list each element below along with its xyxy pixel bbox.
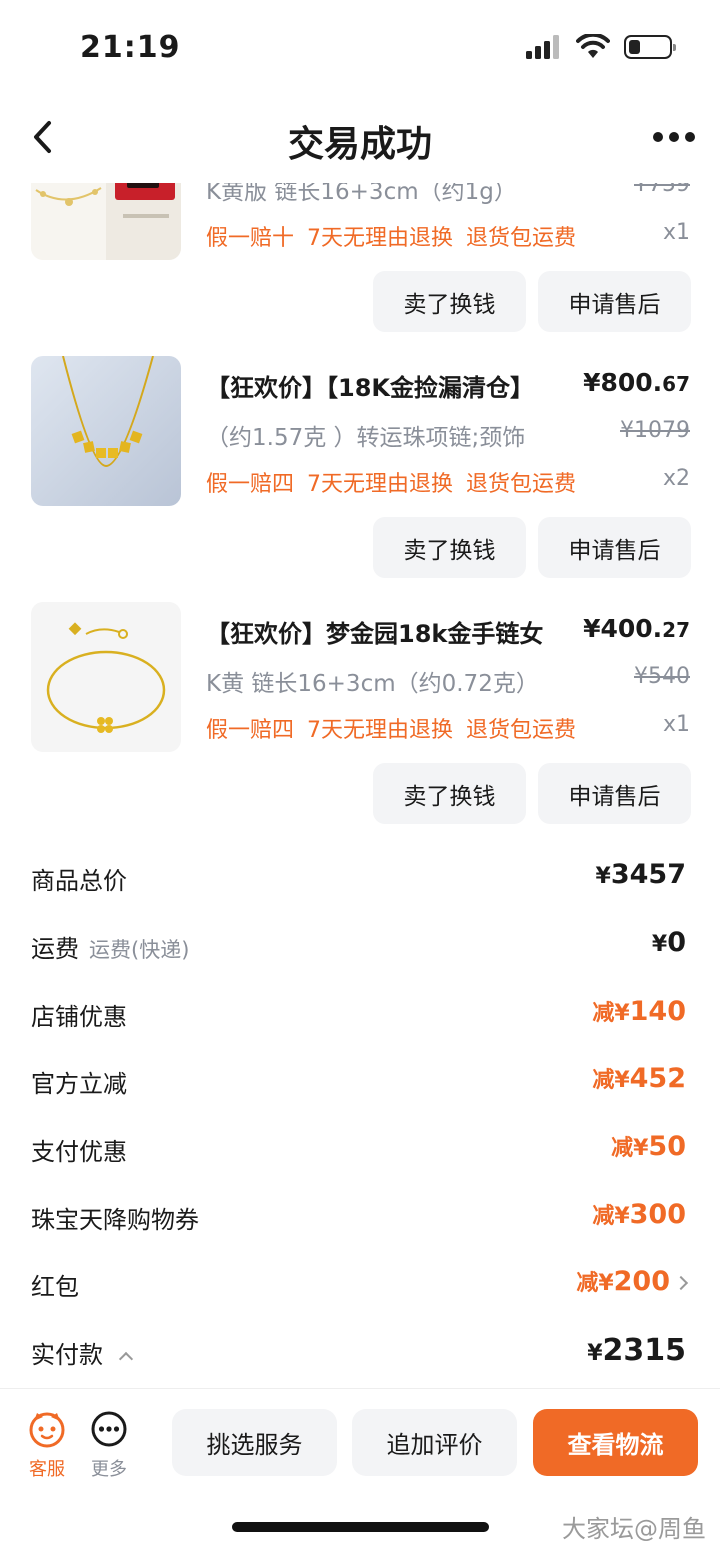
red-packet-label: 红包 [31, 1273, 79, 1301]
shipping-label: 运费 运费(快递) [31, 935, 190, 963]
product-actions: 卖了换钱 申请售后 [0, 517, 720, 579]
service-tags: 假一赔十 7天无理由退换 退货包运费 [206, 226, 576, 251]
after-sale-button[interactable]: 申请售后 [538, 763, 691, 824]
product-price: ¥400.27 [583, 614, 690, 643]
quantity: x2 [662, 466, 690, 491]
view-logistics-button[interactable]: 查看物流 [533, 1409, 698, 1476]
original-price: ¥1079 [620, 418, 690, 443]
battery-level [629, 40, 640, 54]
paid-amount-value: ¥2315 [587, 1333, 686, 1368]
original-price: ¥540 [634, 664, 690, 689]
status-bar: 21:19 [0, 0, 720, 95]
goods-total-row: 商品总价 ¥3457 [0, 859, 720, 901]
more-label: 更多 [91, 1459, 127, 1480]
product-thumbnail[interactable] [31, 183, 181, 260]
pick-service-button[interactable]: 挑选服务 [172, 1409, 337, 1476]
chevron-right-icon [673, 1275, 689, 1290]
product-title: 【狂欢价】梦金园18k金手链女 [206, 620, 544, 648]
shop-discount-value: 减¥140 [592, 996, 686, 1027]
payment-discount-value: 减¥50 [611, 1131, 686, 1162]
more-button[interactable]: 更多 [78, 1409, 140, 1481]
service-tags: 假一赔四 7天无理由退换 退货包运费 [206, 472, 576, 497]
more-icon [91, 1411, 127, 1447]
jewelry-coupon-value: 减¥300 [592, 1199, 686, 1230]
order-detail-content[interactable]: K黄版 链长16+3cm（约1g） ¥759 假一赔十 7天无理由退换 退货包运… [0, 183, 720, 1388]
product-title: 【狂欢价】【18K金捡漏清仓】 [206, 374, 534, 402]
home-indicator[interactable] [232, 1522, 489, 1532]
product-item[interactable]: 【狂欢价】梦金园18k金手链女 ¥400.27 K黄 链长16+3cm（约0.7… [0, 602, 720, 752]
shop-discount-row: 店铺优惠 减¥140 [0, 996, 720, 1037]
add-review-button[interactable]: 追加评价 [352, 1409, 517, 1476]
chevron-up-icon [118, 1351, 134, 1367]
signal-icon [526, 35, 559, 59]
sell-for-cash-button[interactable]: 卖了换钱 [373, 517, 526, 578]
sell-for-cash-button[interactable]: 卖了换钱 [373, 763, 526, 824]
paid-amount-label[interactable]: 实付款 [31, 1335, 134, 1370]
after-sale-button[interactable]: 申请售后 [538, 271, 691, 332]
status-icons [526, 34, 676, 60]
red-packet-value[interactable]: 减¥200 [576, 1265, 689, 1297]
customer-service-icon [29, 1412, 65, 1448]
shop-discount-label: 店铺优惠 [31, 1003, 127, 1031]
after-sale-button[interactable]: 申请售后 [538, 517, 691, 578]
customer-service-label: 客服 [29, 1459, 65, 1480]
quantity: x1 [662, 712, 690, 737]
nav-bar: 交易成功 [0, 95, 720, 183]
original-price: ¥759 [634, 183, 690, 197]
product-spec: K黄版 链长16+3cm（约1g） [206, 183, 517, 205]
bottom-action-bar: 客服 更多 挑选服务 追加评价 查看物流 大家坛@周鱼 [0, 1388, 720, 1558]
shipping-value: ¥0 [651, 927, 686, 958]
jewelry-coupon-label: 珠宝天降购物券 [31, 1206, 199, 1234]
product-price: ¥800.67 [583, 368, 690, 397]
product-item[interactable]: K黄版 链长16+3cm（约1g） ¥759 假一赔十 7天无理由退换 退货包运… [0, 183, 720, 260]
official-discount-row: 官方立减 减¥452 [0, 1063, 720, 1104]
goods-total-label: 商品总价 [31, 867, 127, 895]
payment-discount-row: 支付优惠 减¥50 [0, 1131, 720, 1172]
page-title: 交易成功 [287, 124, 432, 165]
official-discount-label: 官方立减 [31, 1070, 127, 1098]
payment-discount-label: 支付优惠 [31, 1138, 127, 1166]
red-packet-row[interactable]: 红包 减¥200 [0, 1265, 720, 1307]
watermark: 大家坛@周鱼 [562, 1515, 706, 1543]
more-dots-icon[interactable] [652, 125, 696, 149]
status-time: 21:19 [80, 30, 181, 65]
service-tags: 假一赔四 7天无理由退换 退货包运费 [206, 718, 576, 743]
goods-total-value: ¥3457 [595, 859, 686, 890]
product-spec: K黄 链长16+3cm（约0.72克） [206, 671, 539, 697]
jewelry-coupon-row: 珠宝天降购物券 减¥300 [0, 1199, 720, 1240]
product-thumbnail[interactable] [31, 602, 181, 752]
sell-for-cash-button[interactable]: 卖了换钱 [373, 271, 526, 332]
shipping-method: 运费(快递) [89, 938, 190, 962]
wifi-icon [576, 34, 610, 58]
shipping-row: 运费 运费(快递) ¥0 [0, 927, 720, 969]
paid-amount-row[interactable]: 实付款 ¥2315 [0, 1333, 720, 1375]
quantity: x1 [662, 220, 690, 245]
product-actions: 卖了换钱 申请售后 [0, 763, 720, 825]
customer-service-button[interactable]: 客服 [16, 1409, 78, 1481]
official-discount-value: 减¥452 [592, 1063, 686, 1094]
product-spec: （约1.57克 ）转运珠项链;颈饰 [206, 425, 526, 451]
product-thumbnail[interactable] [31, 356, 181, 506]
product-item[interactable]: 【狂欢价】【18K金捡漏清仓】 ¥800.67 （约1.57克 ）转运珠项链;颈… [0, 356, 720, 506]
battery-icon [624, 35, 676, 59]
product-actions: 卖了换钱 申请售后 [0, 271, 720, 333]
